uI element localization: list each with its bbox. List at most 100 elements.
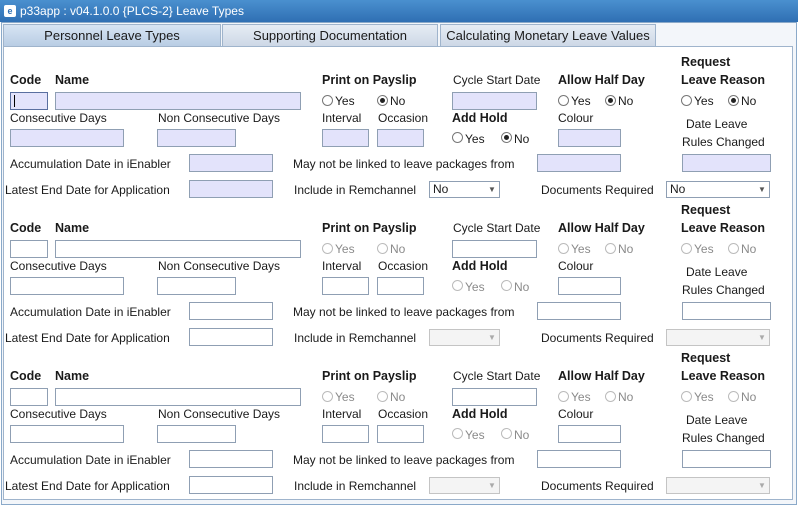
window-title: p33app : v04.1.0.0 {PLCS-2} Leave Types bbox=[20, 4, 244, 18]
chevron-down-icon[interactable]: ▼ bbox=[485, 478, 499, 493]
name-input[interactable] bbox=[55, 240, 301, 258]
date-leave-rules-changed-input[interactable] bbox=[682, 450, 771, 468]
not-linked-date-input[interactable] bbox=[537, 302, 621, 320]
colour-input[interactable] bbox=[558, 129, 621, 147]
leave-reason-yes-radio[interactable] bbox=[681, 243, 692, 254]
non-consecutive-days-input[interactable] bbox=[157, 425, 236, 443]
cycle-start-date-input[interactable] bbox=[452, 240, 537, 258]
accumulation-date-input[interactable] bbox=[189, 154, 273, 172]
latest-end-date-label: Latest End Date for Application bbox=[5, 479, 170, 493]
occasion-input[interactable] bbox=[377, 277, 424, 295]
include-remchannel-select[interactable]: ▼ bbox=[429, 329, 500, 346]
latest-end-date-input[interactable] bbox=[189, 476, 273, 494]
consecutive-days-input[interactable] bbox=[10, 129, 124, 147]
allow-half-day-no-radio[interactable] bbox=[605, 391, 616, 402]
chevron-down-icon[interactable]: ▼ bbox=[755, 478, 769, 493]
interval-input[interactable] bbox=[322, 129, 369, 147]
leave-reason-no-radio[interactable] bbox=[728, 391, 739, 402]
accumulation-date-label: Accumulation Date in iEnabler bbox=[10, 157, 171, 171]
allow-half-day-yes-radio[interactable] bbox=[558, 95, 569, 106]
allow-half-day-yes-radio[interactable] bbox=[558, 243, 569, 254]
cycle-start-date-input[interactable] bbox=[452, 92, 537, 110]
non-consecutive-days-input[interactable] bbox=[157, 129, 236, 147]
chevron-down-icon[interactable]: ▼ bbox=[755, 182, 769, 197]
add-hold-no-radio[interactable] bbox=[501, 280, 512, 291]
name-input[interactable] bbox=[55, 92, 301, 110]
date-leave-label: Date Leave bbox=[686, 265, 748, 279]
print-on-payslip-yes-radio[interactable] bbox=[322, 391, 333, 402]
documents-required-label: Documents Required bbox=[541, 183, 654, 197]
latest-end-date-input[interactable] bbox=[189, 180, 273, 198]
interval-input[interactable] bbox=[322, 425, 369, 443]
print-on-payslip-no-radio[interactable] bbox=[377, 391, 388, 402]
non-consecutive-days-label: Non Consecutive Days bbox=[158, 259, 281, 273]
consecutive-days-input[interactable] bbox=[10, 425, 124, 443]
window-title-bar: e p33app : v04.1.0.0 {PLCS-2} Leave Type… bbox=[0, 0, 798, 22]
print-on-payslip-label: Print on Payslip bbox=[322, 73, 417, 87]
name-label: Name bbox=[55, 221, 90, 235]
leave-reason-no-radio[interactable] bbox=[728, 95, 739, 106]
add-hold-yes-radio[interactable] bbox=[452, 280, 463, 291]
colour-label: Colour bbox=[558, 111, 594, 125]
include-remchannel-label: Include in Remchannel bbox=[294, 479, 417, 493]
colour-input[interactable] bbox=[558, 425, 621, 443]
print-on-payslip-yes-radio[interactable] bbox=[322, 95, 333, 106]
print-on-payslip-no-radio[interactable] bbox=[377, 95, 388, 106]
tab-calculating-monetary-leave-values[interactable]: Calculating Monetary Leave Values bbox=[440, 24, 656, 46]
add-hold-no-radio[interactable] bbox=[501, 132, 512, 143]
tab-supporting-documentation[interactable]: Supporting Documentation bbox=[222, 24, 438, 46]
cycle-start-date-input[interactable] bbox=[452, 388, 537, 406]
occasion-input[interactable] bbox=[377, 129, 424, 147]
non-consecutive-days-input[interactable] bbox=[157, 277, 236, 295]
allow-half-day-no-label: No bbox=[618, 242, 634, 256]
accumulation-date-input[interactable] bbox=[189, 450, 273, 468]
chevron-down-icon[interactable]: ▼ bbox=[485, 182, 499, 197]
documents-required-select[interactable]: ▼ bbox=[666, 329, 770, 346]
add-hold-no-label: No bbox=[514, 428, 530, 442]
print-on-payslip-no-label: No bbox=[390, 390, 406, 404]
print-on-payslip-no-radio[interactable] bbox=[377, 243, 388, 254]
code-input[interactable] bbox=[10, 92, 48, 110]
latest-end-date-input[interactable] bbox=[189, 328, 273, 346]
name-label: Name bbox=[55, 369, 90, 383]
accumulation-date-input[interactable] bbox=[189, 302, 273, 320]
documents-required-select[interactable]: ▼ bbox=[666, 477, 770, 494]
add-hold-no-radio[interactable] bbox=[501, 428, 512, 439]
not-linked-date-input[interactable] bbox=[537, 154, 621, 172]
interval-input[interactable] bbox=[322, 277, 369, 295]
interval-label: Interval bbox=[322, 111, 362, 125]
date-leave-rules-changed-input[interactable] bbox=[682, 154, 771, 172]
allow-half-day-yes-radio[interactable] bbox=[558, 391, 569, 402]
allow-half-day-no-radio[interactable] bbox=[605, 243, 616, 254]
allow-half-day-yes-label: Yes bbox=[571, 390, 591, 404]
date-leave-rules-changed-input[interactable] bbox=[682, 302, 771, 320]
include-remchannel-select[interactable]: ▼ bbox=[429, 477, 500, 494]
leave-reason-yes-radio[interactable] bbox=[681, 95, 692, 106]
print-on-payslip-yes-radio[interactable] bbox=[322, 243, 333, 254]
latest-end-date-label: Latest End Date for Application bbox=[5, 331, 170, 345]
name-input[interactable] bbox=[55, 388, 301, 406]
app-icon[interactable]: e bbox=[4, 5, 16, 17]
colour-input[interactable] bbox=[558, 277, 621, 295]
add-hold-yes-radio[interactable] bbox=[452, 428, 463, 439]
allow-half-day-no-radio[interactable] bbox=[605, 95, 616, 106]
consecutive-days-input[interactable] bbox=[10, 277, 124, 295]
leave-reason-label: Leave Reason bbox=[681, 73, 766, 87]
add-hold-yes-radio[interactable] bbox=[452, 132, 463, 143]
occasion-input[interactable] bbox=[377, 425, 424, 443]
code-label: Code bbox=[10, 221, 42, 235]
include-remchannel-value: No bbox=[433, 182, 449, 196]
leave-reason-no-radio[interactable] bbox=[728, 243, 739, 254]
tab-personnel-leave-types[interactable]: Personnel Leave Types bbox=[3, 24, 221, 46]
print-on-payslip-yes-label: Yes bbox=[335, 242, 355, 256]
code-input[interactable] bbox=[10, 388, 48, 406]
documents-required-select[interactable]: No ▼ bbox=[666, 181, 770, 198]
chevron-down-icon[interactable]: ▼ bbox=[755, 330, 769, 345]
not-linked-date-input[interactable] bbox=[537, 450, 621, 468]
name-label: Name bbox=[55, 73, 90, 87]
occasion-label: Occasion bbox=[378, 111, 429, 125]
leave-reason-yes-radio[interactable] bbox=[681, 391, 692, 402]
include-remchannel-select[interactable]: No ▼ bbox=[429, 181, 500, 198]
chevron-down-icon[interactable]: ▼ bbox=[485, 330, 499, 345]
code-input[interactable] bbox=[10, 240, 48, 258]
